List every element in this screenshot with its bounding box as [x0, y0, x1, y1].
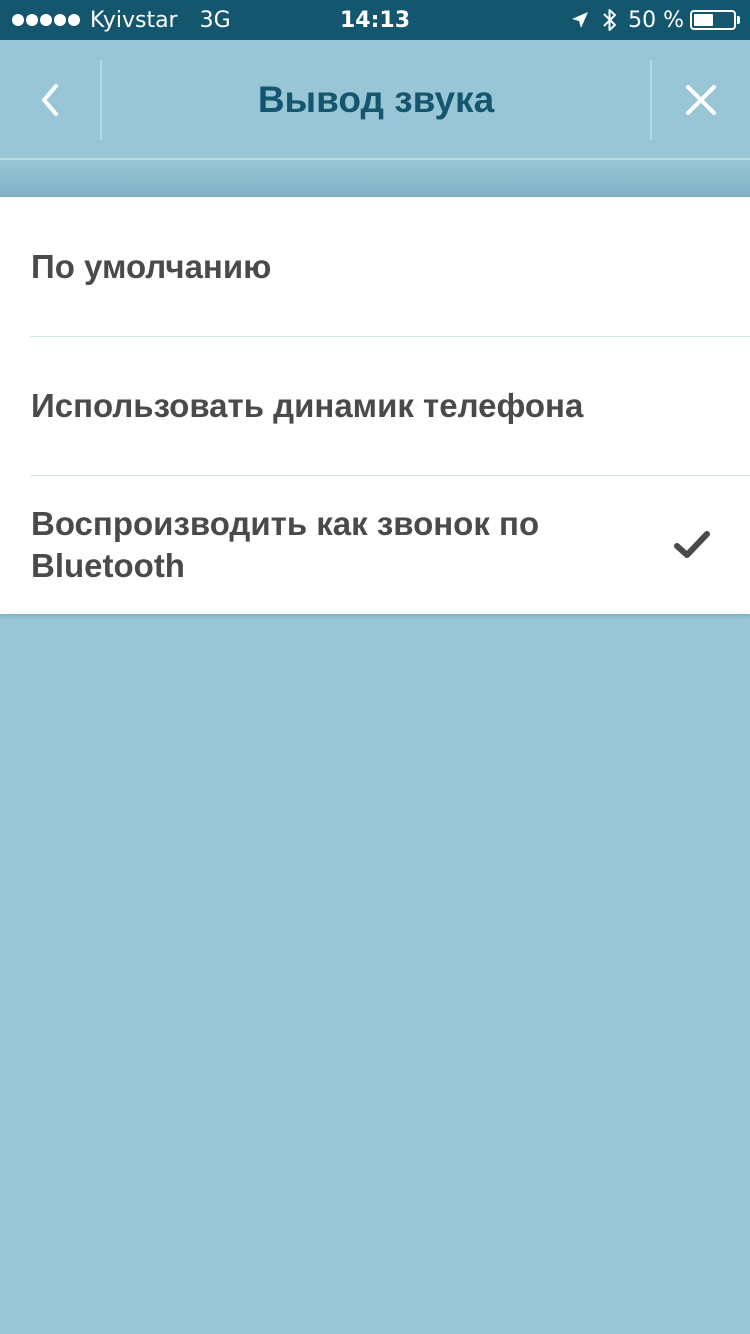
option-label: Использовать динамик телефона	[31, 386, 584, 424]
back-button[interactable]	[0, 40, 100, 160]
chevron-left-icon	[42, 84, 58, 116]
checkmark-icon	[674, 530, 710, 558]
battery-icon	[690, 10, 736, 30]
bluetooth-icon	[603, 9, 617, 31]
nav-bar: Вывод звука	[0, 40, 750, 160]
options-list: По умолчанию Использовать динамик телефо…	[0, 197, 750, 614]
option-default[interactable]: По умолчанию	[0, 197, 750, 336]
status-right: 50 %	[570, 0, 740, 40]
location-arrow-icon	[572, 12, 589, 28]
close-icon	[686, 85, 716, 115]
status-bar: Kyivstar 3G 14:13 50 %	[0, 0, 750, 40]
battery-percent: 50 %	[628, 7, 684, 33]
option-label: Воспроизводить как звонок по Bluetooth	[31, 504, 540, 584]
battery-cap	[737, 16, 740, 24]
page-title: Вывод звука	[257, 79, 495, 120]
close-button[interactable]	[652, 40, 750, 160]
header-shadow-band	[0, 160, 750, 197]
option-label: По умолчанию	[31, 247, 272, 285]
option-phone-speaker[interactable]: Использовать динамик телефона	[0, 336, 750, 475]
battery-fill	[694, 14, 713, 26]
option-bluetooth-call[interactable]: Воспроизводить как звонок по Bluetooth	[0, 475, 750, 614]
